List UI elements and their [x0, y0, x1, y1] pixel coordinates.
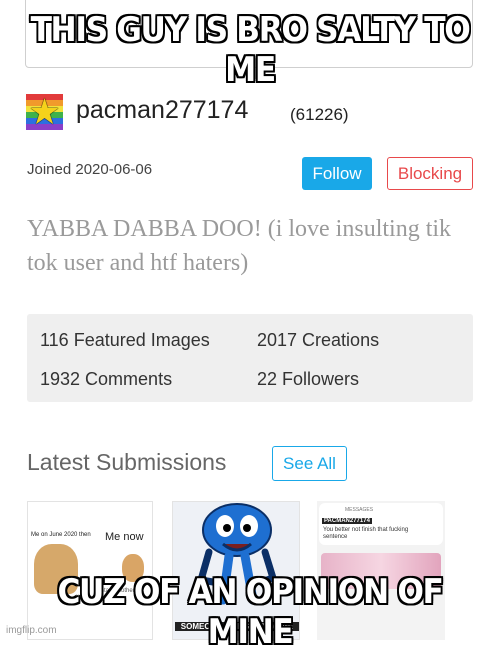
meme-bottom-caption: CUZ OF AN OPINION OF MINE [57, 572, 443, 652]
stat-comments[interactable]: 1932 Comments [40, 369, 172, 390]
see-all-button[interactable]: See All [272, 446, 347, 481]
stat-featured-images[interactable]: 116 Featured Images [40, 330, 210, 351]
thumb-caption: Me now [105, 531, 144, 543]
thumb-caption: Me on June 2020 then [31, 532, 91, 538]
user-points: (61226) [290, 105, 349, 124]
stats-panel: 116 Featured Images 2017 Creations 1932 … [27, 314, 473, 402]
message-sender: PACMAN277174 [322, 518, 372, 524]
joined-date: Joined 2020-06-06 [27, 161, 153, 178]
profile-bio: YABBA DABBA DOO! (i love insulting tik t… [27, 216, 452, 276]
follow-button[interactable]: Follow [302, 157, 372, 190]
messages-label: MESSAGES [345, 507, 374, 513]
message-text: You better not finish that fucking sente… [323, 527, 409, 540]
rainbow-star-icon: ★ [28, 91, 61, 132]
stat-followers[interactable]: 22 Followers [257, 369, 359, 390]
meme-top-caption: THIS GUY IS BRO SALTY TO ME [30, 10, 471, 90]
message-notification: MESSAGES PACMAN277174 You better not fin… [319, 503, 443, 545]
username[interactable]: pacman277174 [76, 96, 248, 125]
watermark: imgflip.com [6, 625, 57, 636]
latest-submissions-heading: Latest Submissions [27, 449, 227, 475]
stat-creations[interactable]: 2017 Creations [257, 330, 379, 351]
blocking-button[interactable]: Blocking [387, 157, 473, 190]
avatar[interactable]: ★ [26, 91, 63, 132]
